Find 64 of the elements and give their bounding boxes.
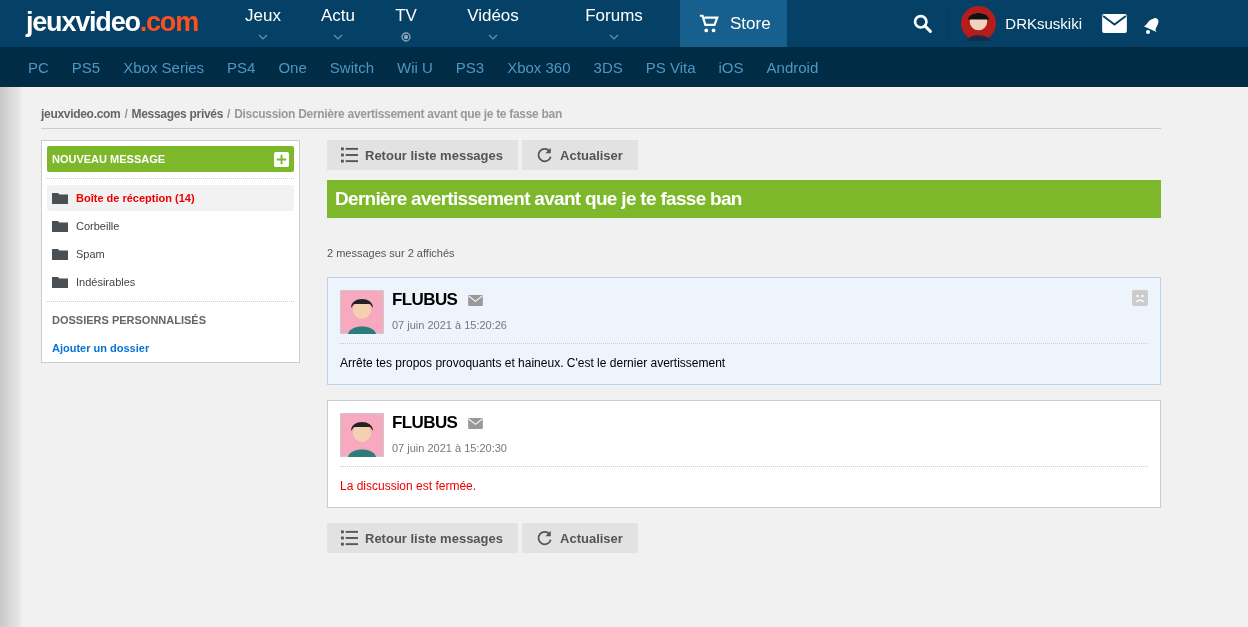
user-avatar[interactable] <box>961 6 997 41</box>
platform-link[interactable]: Xbox 360 <box>507 58 571 76</box>
plus-icon <box>274 151 289 167</box>
platform-link[interactable]: PS5 <box>71 58 101 76</box>
platform-link[interactable]: Switch <box>329 58 374 76</box>
refresh-button[interactable]: Actualiser <box>522 140 638 170</box>
breadcrumb-link[interactable]: Messages privés <box>131 107 224 121</box>
platform-link[interactable]: Wii U <box>397 58 433 76</box>
platform-link[interactable]: PC <box>28 58 49 76</box>
caret-icon <box>488 34 498 40</box>
nav-tab[interactable]: Store <box>680 0 787 47</box>
platform-link[interactable]: Xbox Series <box>123 58 205 76</box>
section-heading: DOSSIERS PERSONNALISÉS <box>51 313 208 326</box>
message-text: Arrête tes propos provoquants et haineux. C'est le dernier avertissement <box>340 356 727 370</box>
caret-icon <box>609 34 619 40</box>
nav-tab[interactable]: Forums <box>548 0 680 47</box>
message-text: La discussion est fermée. <box>340 479 478 493</box>
message-date: 07 juin 2021 à 15:20:30 <box>392 442 507 454</box>
search-icon[interactable] <box>912 13 934 34</box>
author-name[interactable]: FLUBUS <box>392 290 458 310</box>
caret-icon <box>258 34 268 40</box>
live-dot-icon <box>401 32 411 42</box>
caret-icon <box>333 34 343 40</box>
platform-link[interactable]: One <box>278 58 307 76</box>
list-icon <box>341 530 358 546</box>
folder-item[interactable]: Corbeille <box>47 213 294 239</box>
platform-link[interactable]: PS Vita <box>645 58 696 76</box>
author-name[interactable]: FLUBUS <box>392 413 458 433</box>
discussion-title: Dernière avertissement avant que je te fasse ban <box>327 180 1161 218</box>
message-date: 07 juin 2021 à 15:20:26 <box>392 319 507 331</box>
folder-icon <box>52 220 68 232</box>
mail-icon[interactable] <box>1102 14 1127 33</box>
platform-link[interactable]: PS3 <box>455 58 485 76</box>
message-count: 2 messages sur 2 affichés <box>327 247 456 259</box>
breadcrumb-separator: / <box>227 107 231 121</box>
folder-item[interactable]: Spam <box>47 241 294 267</box>
platform-link[interactable]: Android <box>766 58 819 76</box>
platform-link[interactable]: iOS <box>718 58 744 76</box>
folder-icon <box>52 276 68 288</box>
platform-link[interactable]: PS4 <box>227 58 256 76</box>
back-to-list-button[interactable]: Retour liste messages <box>327 140 518 170</box>
username[interactable]: DRKsuskiki <box>1005 15 1082 32</box>
add-folder-link[interactable]: Ajouter un dossier <box>47 326 294 354</box>
refresh-button[interactable]: Actualiser <box>522 523 638 553</box>
breadcrumb-current: Discussion Dernière avertissement avant que je te fasse ban <box>234 107 562 121</box>
folder-item[interactable]: Indésirables <box>47 269 294 295</box>
cart-icon <box>698 12 720 35</box>
breadcrumb-separator: / <box>124 107 128 121</box>
site-logo[interactable]: jeuxvideo.com <box>0 0 224 47</box>
folder-item[interactable]: Boîte de réception (14) <box>47 185 294 211</box>
refresh-icon <box>536 147 553 163</box>
list-icon <box>341 147 358 163</box>
nav-tab[interactable]: Jeux <box>224 0 302 47</box>
breadcrumb-link[interactable]: jeuxvideo.com <box>41 107 121 121</box>
refresh-icon <box>536 530 553 546</box>
folder-icon <box>52 192 68 204</box>
folder-icon <box>52 248 68 260</box>
back-to-list-button[interactable]: Retour liste messages <box>327 523 518 553</box>
nav-tab[interactable]: Vidéos <box>438 0 548 47</box>
author-avatar <box>340 413 384 457</box>
author-avatar <box>340 290 384 334</box>
nav-tab[interactable]: Actu <box>302 0 374 47</box>
platform-link[interactable]: 3DS <box>593 58 623 76</box>
nav-tab[interactable]: TV <box>374 0 438 47</box>
